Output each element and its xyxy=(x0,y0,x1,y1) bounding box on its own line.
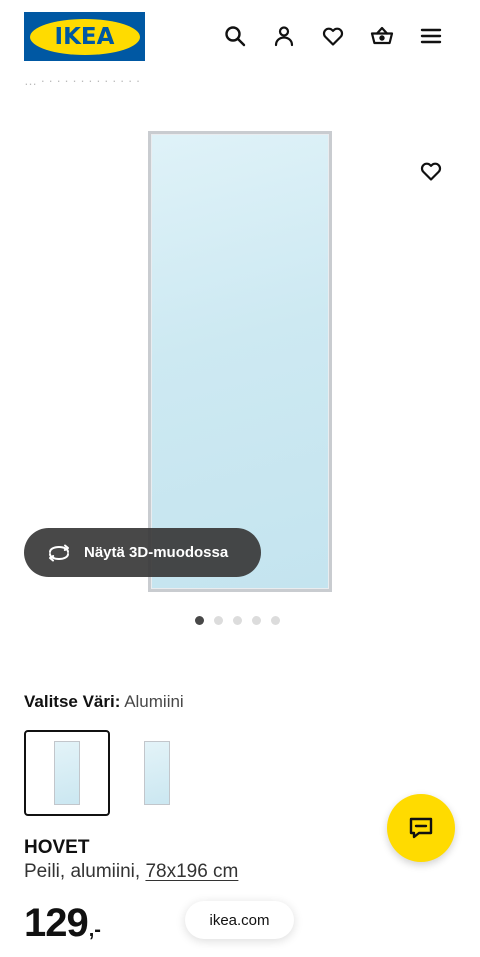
chat-button[interactable] xyxy=(387,794,455,862)
carousel-dot[interactable] xyxy=(195,616,204,625)
search-icon[interactable] xyxy=(219,20,251,52)
color-label: Valitse Väri: xyxy=(24,692,121,711)
view-in-3d-button[interactable]: Näytä 3D-muodossa xyxy=(24,528,261,577)
swatch-thumbnail xyxy=(144,741,170,805)
product-dimensions-link[interactable]: 78x196 cm xyxy=(145,861,238,882)
menu-icon[interactable] xyxy=(415,20,447,52)
chat-icon xyxy=(409,817,433,839)
add-to-favourites-button[interactable] xyxy=(412,152,450,190)
basket-icon[interactable] xyxy=(366,20,398,52)
price-suffix: ,- xyxy=(88,919,101,941)
carousel-dot[interactable] xyxy=(233,616,242,625)
carousel-dot[interactable] xyxy=(252,616,261,625)
product-image-mirror[interactable] xyxy=(148,131,332,592)
site-header: IKEA xyxy=(0,0,480,72)
price-integer: 129 xyxy=(24,901,89,945)
swatch-thumbnail xyxy=(54,741,80,805)
heart-icon xyxy=(420,162,442,181)
breadcrumb[interactable]: … · · · · · · · · · · · · · xyxy=(24,74,214,88)
color-swatch-selected[interactable] xyxy=(24,730,110,816)
product-description: Peili, alumiini, 78x196 cm xyxy=(24,860,238,884)
carousel-dots xyxy=(195,616,280,625)
account-icon[interactable] xyxy=(268,20,300,52)
product-name: HOVET xyxy=(24,837,90,858)
favourites-icon[interactable] xyxy=(317,20,349,52)
browser-url-pill[interactable]: ikea.com xyxy=(185,901,294,939)
color-swatch-option[interactable] xyxy=(114,730,200,816)
color-selector-heading: Valitse Väri: Alumiini xyxy=(24,691,184,713)
color-value: Alumiini xyxy=(124,692,184,711)
view-in-3d-label: Näytä 3D-muodossa xyxy=(84,544,229,561)
ikea-logo[interactable]: IKEA xyxy=(24,12,145,61)
product-type: Peili, alumiini, xyxy=(24,861,141,882)
logo-text: IKEA xyxy=(54,23,115,50)
product-price: 129 ,- xyxy=(24,900,101,946)
carousel-dot[interactable] xyxy=(214,616,223,625)
carousel-dot[interactable] xyxy=(271,616,280,625)
logo-oval: IKEA xyxy=(29,18,140,55)
rotate-3d-icon xyxy=(49,544,69,561)
